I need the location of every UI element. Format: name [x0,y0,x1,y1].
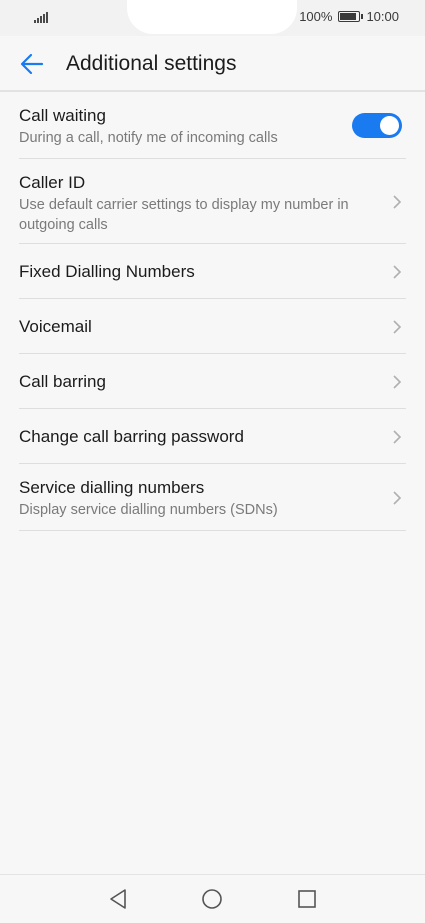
setting-call-waiting[interactable]: Call waiting During a call, notify me of… [19,92,406,159]
page-title: Additional settings [66,52,237,75]
setting-sublabel: During a call, notify me of incoming cal… [19,130,278,146]
back-triangle-icon [110,889,126,909]
battery-icon [338,11,364,22]
setting-label: Change call barring password [19,427,244,446]
setting-service-dialling-numbers[interactable]: Service dialling numbers Display service… [19,464,406,531]
nav-back-button[interactable] [106,887,130,911]
chevron-right-icon [393,195,402,209]
toggle-knob [380,116,399,135]
setting-change-call-barring-password[interactable]: Change call barring password [19,409,406,464]
home-circle-icon [202,889,222,909]
setting-sublabel: Display service dialling numbers (SDNs) [19,502,278,518]
setting-fixed-dialling-numbers[interactable]: Fixed Dialling Numbers [19,244,406,299]
chevron-right-icon [393,265,402,279]
setting-call-barring[interactable]: Call barring [19,354,406,409]
camera-notch [127,0,297,34]
nav-home-button[interactable] [200,887,224,911]
battery-fill [340,13,357,20]
setting-label: Call waiting [19,106,106,125]
setting-label: Voicemail [19,317,92,336]
setting-label: Fixed Dialling Numbers [19,262,195,281]
signal-strength-icon [34,11,50,23]
setting-voicemail[interactable]: Voicemail [19,299,406,354]
back-button[interactable] [18,50,46,78]
setting-label: Service dialling numbers [19,478,205,497]
setting-label: Caller ID [19,173,86,192]
chevron-right-icon [393,375,402,389]
call-waiting-toggle[interactable] [352,113,402,138]
setting-sublabel: Use default carrier settings to display … [19,197,349,233]
system-nav-bar [0,874,425,923]
recents-square-icon [298,890,316,908]
setting-caller-id[interactable]: Caller ID Use default carrier settings t… [19,159,406,244]
arrow-left-icon [20,53,44,75]
clock: 10:00 [366,9,399,24]
chevron-right-icon [393,430,402,444]
chevron-right-icon [393,491,402,505]
status-bar: 100% 10:00 [0,0,425,36]
nav-recents-button[interactable] [295,887,319,911]
setting-label: Call barring [19,372,106,391]
chevron-right-icon [393,320,402,334]
battery-percent: 100% [299,9,333,24]
app-header: Additional settings [0,36,425,92]
settings-list: Call waiting During a call, notify me of… [19,92,406,531]
